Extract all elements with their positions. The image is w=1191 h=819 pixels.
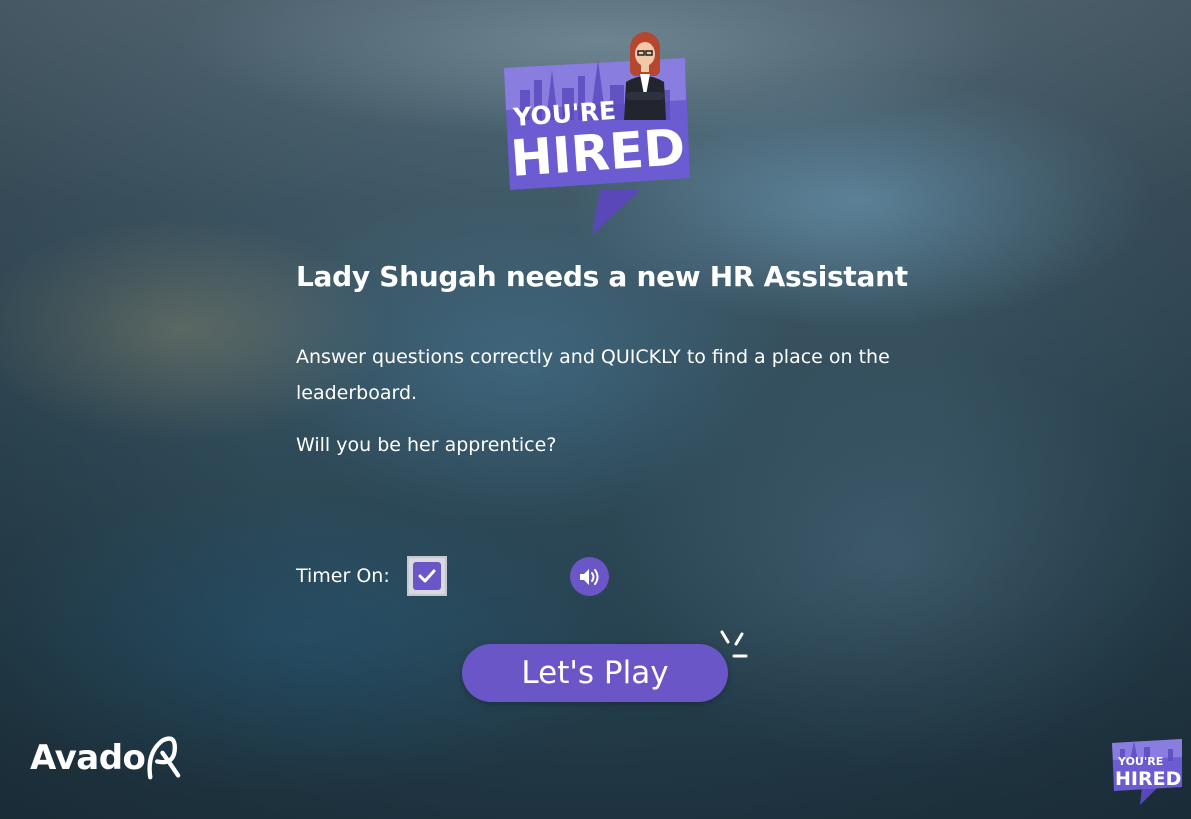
game-description: Answer questions correctly and QUICKLY t… [296, 346, 890, 404]
avado-logo: Avado [30, 730, 182, 786]
avado-swirl-icon [147, 736, 181, 780]
timer-label: Timer On: [296, 565, 390, 587]
intro-panel: Lady Shugah needs a new HR Assistant Ans… [296, 250, 916, 463]
page-title: Lady Shugah needs a new HR Assistant [296, 260, 908, 293]
youre-hired-logo: YOU'RE HIRED [504, 32, 690, 235]
small-logo-hired-text: HIRED [1115, 768, 1181, 790]
timer-checkbox[interactable] [406, 556, 447, 596]
logo-hired-text: HIRED [509, 118, 687, 188]
game-start-screen: YOU'RE HIRED Lady Shugah needs a new HR … [0, 0, 1191, 819]
small-logo-youre-text: YOU'RE [1117, 755, 1163, 768]
sound-toggle-button[interactable] [570, 557, 609, 596]
youre-hired-small-logo: YOU'RE HIRED [1112, 739, 1182, 805]
sparkle-icon [720, 630, 748, 658]
lets-play-button[interactable]: Let's Play [462, 644, 728, 702]
avado-wordmark: Avado [30, 738, 146, 778]
apprentice-question: Will you be her apprentice? [296, 434, 557, 456]
checkbox-fill [412, 562, 441, 590]
checkmark-icon [418, 569, 436, 583]
timer-setting: Timer On: [296, 556, 447, 596]
volume-up-icon [579, 568, 598, 585]
